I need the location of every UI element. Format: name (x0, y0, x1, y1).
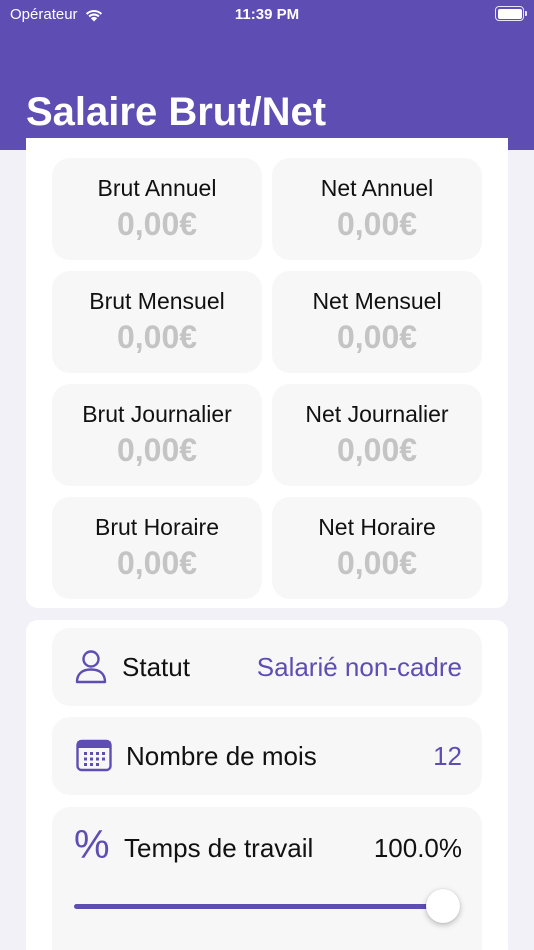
temps-de-travail-slider-thumb[interactable] (426, 889, 460, 923)
result-value: 0,00€ (116, 319, 198, 355)
app-header: Opérateur 11:39 PM Salaire Brut/Net (0, 0, 534, 150)
result-tile-net-annuel: Net Annuel 0,00€ (272, 158, 482, 260)
statut-value[interactable]: Salarié non-cadre (257, 652, 462, 683)
battery-icon (495, 6, 527, 21)
result-tile-net-mensuel: Net Mensuel 0,00€ (272, 271, 482, 373)
result-tile-net-horaire: Net Horaire 0,00€ (272, 497, 482, 599)
result-value: 0,00€ (336, 206, 418, 242)
result-label: Net Horaire (318, 514, 436, 540)
result-tile-net-journalier: Net Journalier 0,00€ (272, 384, 482, 486)
calendar-icon (76, 739, 112, 772)
temps-de-travail-slider-track[interactable] (74, 904, 444, 909)
temps-de-travail-row: % Temps de travail 100.0% (52, 807, 482, 950)
result-label: Brut Horaire (95, 514, 219, 540)
result-tile-brut-annuel: Brut Annuel 0,00€ (52, 158, 262, 260)
result-value: 0,00€ (336, 432, 418, 468)
result-value: 0,00€ (336, 545, 418, 581)
result-label: Brut Mensuel (89, 288, 225, 314)
result-label: Net Journalier (305, 401, 449, 427)
statut-row[interactable]: Statut Salarié non-cadre (52, 628, 482, 706)
status-time: 11:39 PM (234, 6, 300, 23)
nombre-de-mois-label: Nombre de mois (126, 741, 317, 771)
nombre-de-mois-value[interactable]: 12 (433, 741, 462, 772)
result-value: 0,00€ (116, 432, 198, 468)
results-card: Brut Annuel 0,00€ Net Annuel 0,00€ Brut … (26, 138, 508, 608)
result-tile-brut-mensuel: Brut Mensuel 0,00€ (52, 271, 262, 373)
result-label: Brut Journalier (82, 401, 232, 427)
result-label: Brut Annuel (97, 175, 217, 201)
percent-icon: % (74, 823, 110, 867)
temps-de-travail-value: 100.0% (373, 833, 462, 863)
statut-label: Statut (122, 652, 190, 682)
nombre-de-mois-row[interactable]: Nombre de mois 12 (52, 717, 482, 795)
status-bar: Opérateur 11:39 PM (0, 0, 534, 30)
temps-de-travail-label: Temps de travail (124, 833, 314, 863)
result-tile-brut-journalier: Brut Journalier 0,00€ (52, 384, 262, 486)
result-label: Net Mensuel (312, 288, 442, 314)
result-tile-brut-horaire: Brut Horaire 0,00€ (52, 497, 262, 599)
result-value: 0,00€ (336, 319, 418, 355)
result-value: 0,00€ (116, 545, 198, 581)
person-icon (75, 650, 107, 684)
result-label: Net Annuel (320, 175, 434, 201)
result-value: 0,00€ (116, 206, 198, 242)
page-title: Salaire Brut/Net (26, 90, 327, 134)
settings-card: Statut Salarié non-cadre Nombre de mois … (26, 620, 508, 950)
